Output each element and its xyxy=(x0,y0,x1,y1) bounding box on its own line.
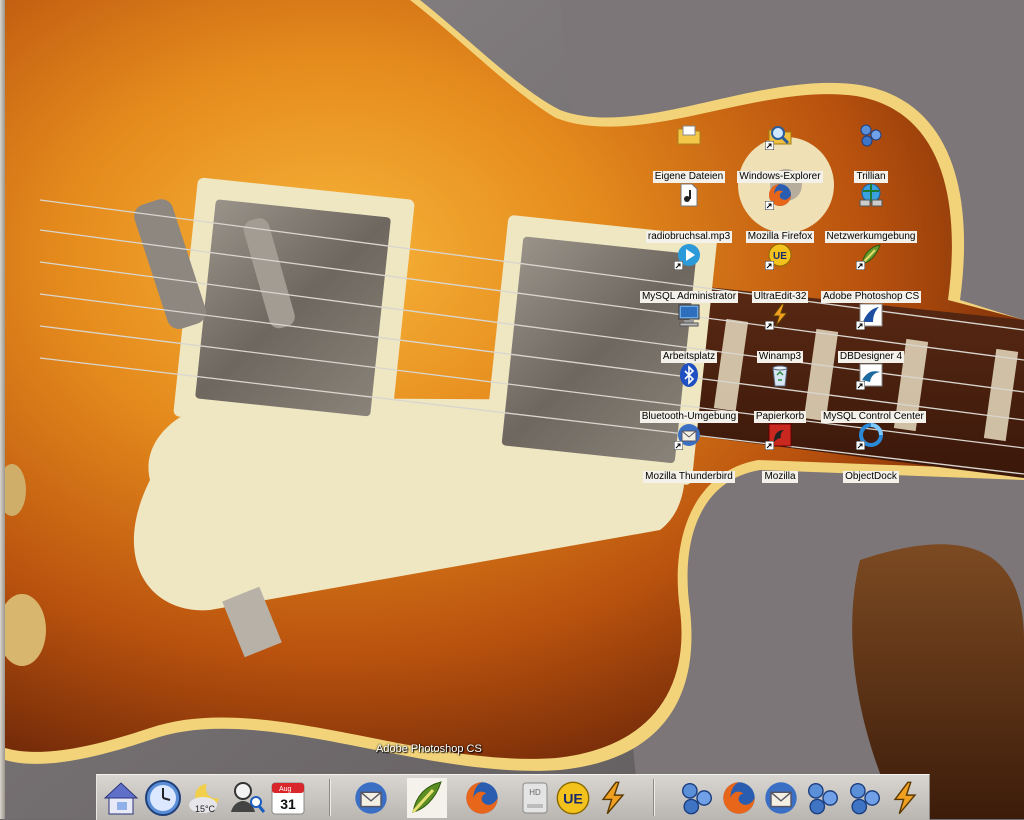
user-search-icon[interactable] xyxy=(227,778,267,818)
dock: 15°C Aug 31 HD UE xyxy=(96,774,930,820)
home-icon[interactable] xyxy=(101,778,141,818)
svg-text:UE: UE xyxy=(563,792,583,808)
trillian-icon[interactable] xyxy=(677,778,717,818)
desktop-icon-label: ObjectDock xyxy=(843,471,899,483)
desktop-icon-recycle-bin[interactable]: Papierkorb xyxy=(730,362,830,423)
trillian-icon[interactable] xyxy=(845,778,885,818)
weather-temp: 15°C xyxy=(195,804,216,814)
calendar-month: Aug xyxy=(279,786,292,793)
desktop-icon-mysql-cc[interactable]: MySQL Control Center xyxy=(821,362,926,423)
clock-icon[interactable] xyxy=(143,778,183,818)
firefox-icon xyxy=(765,182,793,210)
ultraedit-icon: UE xyxy=(765,242,793,270)
dock-tooltip: Adobe Photoshop CS xyxy=(376,743,482,755)
dock-separator xyxy=(329,779,330,816)
bluetooth-icon xyxy=(676,362,702,388)
desktop-icon-mozilla[interactable]: Mozilla xyxy=(730,422,830,483)
thunderbird-icon[interactable] xyxy=(351,778,391,818)
desktop-icon-ultraedit[interactable]: UE UltraEdit-32 xyxy=(730,242,830,303)
mysql-cc-icon xyxy=(856,362,884,390)
firefox-icon[interactable] xyxy=(462,778,502,818)
photoshop-icon[interactable] xyxy=(407,778,447,818)
desktop-icon-objectdock[interactable]: ObjectDock xyxy=(821,422,921,483)
mp3-file-icon xyxy=(676,182,702,208)
folder-docs-icon xyxy=(676,122,702,148)
winamp-icon xyxy=(765,302,793,330)
explorer-icon xyxy=(765,122,793,150)
trillian-icon[interactable] xyxy=(803,778,843,818)
drive-label: HD xyxy=(529,788,541,797)
mozilla-icon xyxy=(765,422,793,450)
mysql-admin-icon xyxy=(674,242,702,270)
desktop-icon-mp3-file[interactable]: radiobruchsal.mp3 xyxy=(639,182,739,243)
desktop-icon-dbdesigner[interactable]: DBDesigner 4 xyxy=(821,302,921,363)
thunderbird-icon[interactable] xyxy=(761,778,801,818)
desktop-icon-photoshop[interactable]: Adobe Photoshop CS xyxy=(821,242,922,303)
dbdesigner-icon xyxy=(856,302,884,330)
desktop-icon-folder-docs[interactable]: Eigene Dateien xyxy=(639,122,739,183)
weather-icon[interactable]: 15°C xyxy=(185,778,225,818)
computer-icon xyxy=(676,302,702,328)
window-edge xyxy=(0,0,5,819)
thunderbird-icon xyxy=(674,422,702,450)
trillian-icon xyxy=(858,122,884,148)
recycle-bin-icon xyxy=(767,362,793,388)
desktop-icon-label: Mozilla Thunderbird xyxy=(643,471,735,483)
desktop-icon-network[interactable]: Netzwerkumgebung xyxy=(821,182,921,243)
desktop-icon-thunderbird[interactable]: Mozilla Thunderbird xyxy=(639,422,739,483)
firefox-icon[interactable] xyxy=(719,778,759,818)
winamp-icon[interactable] xyxy=(593,778,633,818)
winamp-icon[interactable] xyxy=(885,778,925,818)
desktop-icon-computer[interactable]: Arbeitsplatz xyxy=(639,302,739,363)
desktop-icon-mysql-admin[interactable]: MySQL Administrator xyxy=(639,242,739,303)
svg-text:UE: UE xyxy=(773,251,787,262)
desktop-icon-explorer[interactable]: Windows-Explorer xyxy=(730,122,830,183)
desktop-icon-label: Mozilla xyxy=(762,471,798,483)
dock-separator xyxy=(653,779,654,816)
calendar-icon[interactable]: Aug 31 xyxy=(268,778,308,818)
desktop-icon-trillian[interactable]: Trillian xyxy=(821,122,921,183)
photoshop-icon xyxy=(856,242,884,270)
hard-drive-icon[interactable]: HD xyxy=(515,778,555,818)
objectdock-icon xyxy=(856,422,884,450)
desktop-icon-winamp[interactable]: Winamp3 xyxy=(730,302,830,363)
calendar-day: 31 xyxy=(280,796,296,812)
desktop-icon-firefox[interactable]: Mozilla Firefox xyxy=(730,182,830,243)
ultraedit-icon[interactable]: UE xyxy=(553,778,593,818)
network-icon xyxy=(858,182,884,208)
desktop-icon-bluetooth[interactable]: Bluetooth-Umgebung xyxy=(639,362,739,423)
